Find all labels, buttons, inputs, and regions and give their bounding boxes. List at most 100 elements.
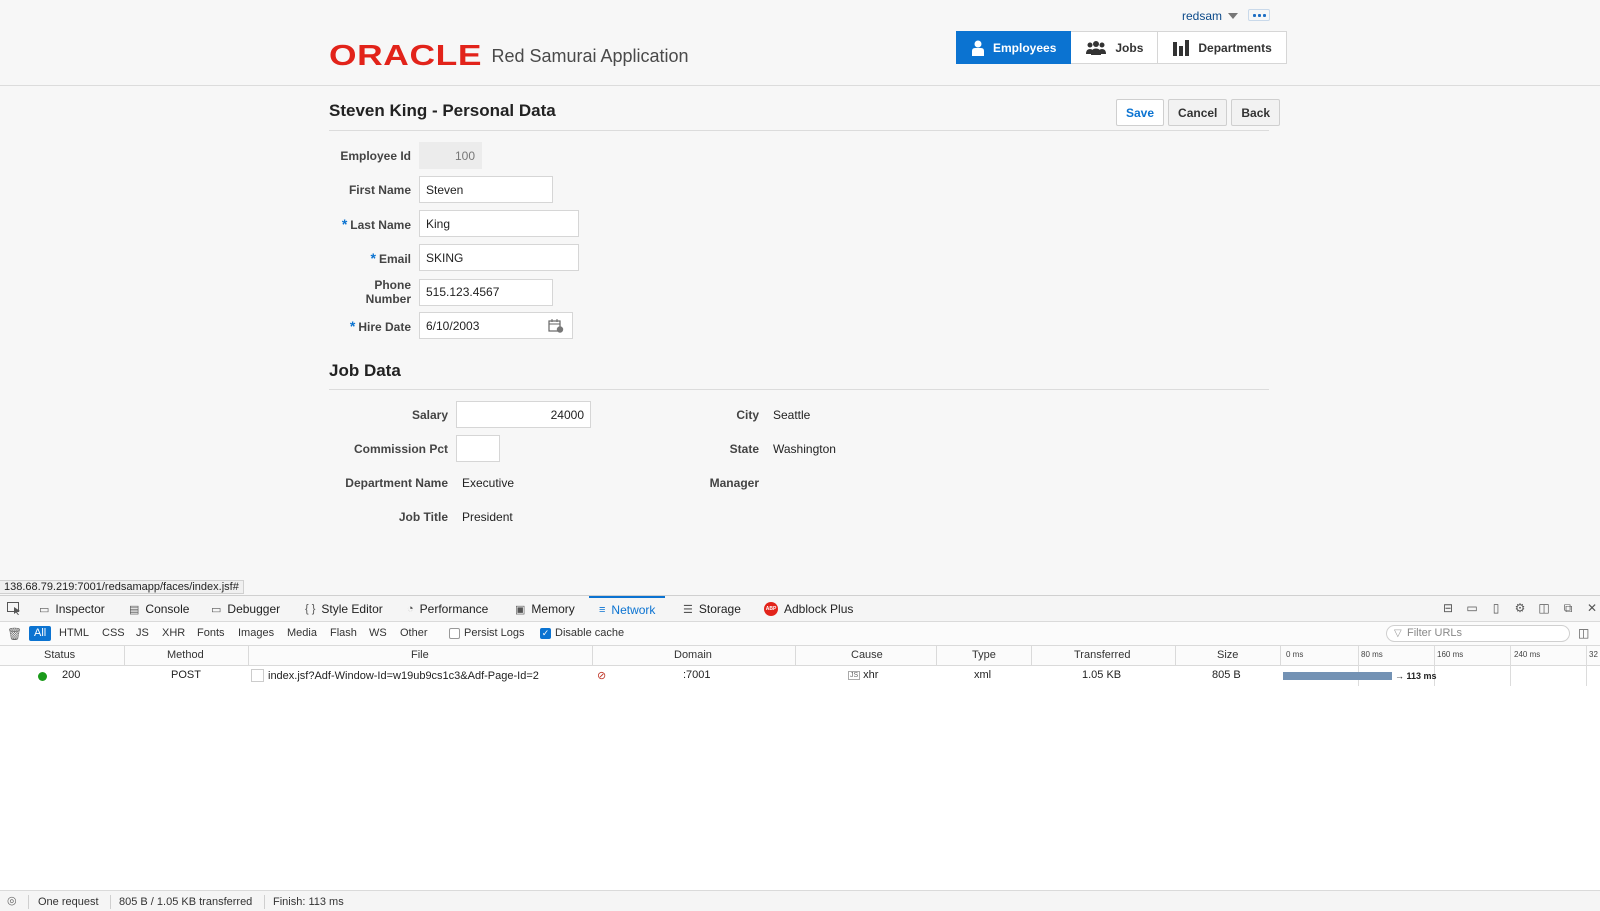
trash-icon[interactable]: 🗑 (7, 627, 22, 641)
request-table-header: Status Method File Domain Cause Type Tra… (0, 646, 1600, 666)
cancel-button[interactable]: Cancel (1168, 99, 1228, 126)
filter-ws[interactable]: WS (364, 626, 392, 641)
salary-label: Salary (411, 407, 448, 422)
user-menu[interactable]: redsam (1182, 9, 1239, 23)
element-picker-icon[interactable] (7, 602, 21, 615)
status-url: 138.68.79.219:7001/redsamapp/faces/index… (0, 580, 244, 594)
salary-field[interactable] (456, 401, 591, 428)
col-cause[interactable]: Cause (851, 649, 883, 661)
filter-xhr[interactable]: XHR (157, 626, 190, 641)
filter-urls-input[interactable]: ▽ Filter URLs (1386, 625, 1570, 642)
nav-employees-button[interactable]: Employees (956, 31, 1072, 64)
first-name-field[interactable] (419, 176, 553, 203)
request-file-name: index.jsf?Adf-Window-Id=w19ub9cs1c3&Adf-… (268, 670, 539, 682)
nav-departments-label: Departments (1198, 40, 1272, 55)
sidebar-toggle-icon[interactable]: ◫ (1578, 626, 1589, 640)
performance-analysis-icon[interactable]: ◎ (7, 894, 17, 907)
last-name-field[interactable] (419, 210, 579, 237)
frame-select-icon[interactable]: ▭ (1465, 601, 1479, 615)
gear-icon[interactable]: ⚙ (1513, 601, 1527, 615)
filter-media[interactable]: Media (282, 626, 322, 641)
checkbox-checked[interactable]: ✓ (540, 627, 551, 639)
city-label: City (736, 407, 759, 422)
split-console-icon[interactable]: ⊟ (1441, 601, 1455, 615)
commission-row: Commission Pct (350, 435, 500, 462)
filter-flash[interactable]: Flash (325, 626, 362, 641)
manager-label: Manager (709, 475, 759, 490)
disable-cache-checkbox[interactable]: ✓ Disable cache (540, 627, 624, 639)
save-button[interactable]: Save (1116, 99, 1165, 126)
group-icon (1086, 40, 1107, 55)
col-type[interactable]: Type (972, 649, 996, 661)
job-title-label: Job Title (398, 509, 448, 524)
person-icon (972, 40, 984, 56)
back-button[interactable]: Back (1231, 99, 1281, 126)
hire-date-field[interactable] (420, 313, 548, 338)
inspector-icon: ▭ (39, 603, 50, 616)
undock-icon[interactable]: ⧉ (1561, 601, 1575, 615)
chevron-down-icon[interactable] (1228, 13, 1239, 19)
js-icon: JS (848, 671, 861, 680)
hire-date-label: * Hire Date (329, 318, 419, 334)
request-cause-text: xhr (863, 669, 879, 681)
tab-adblock[interactable]: ABP Adblock Plus (764, 596, 853, 622)
close-icon[interactable]: ✕ (1585, 601, 1599, 615)
commission-field[interactable] (456, 435, 500, 462)
persist-logs-label: Persist Logs (464, 627, 525, 639)
form-actions: Save Cancel Back (1116, 99, 1281, 126)
filter-all[interactable]: All (29, 626, 52, 641)
database-icon: ☰ (683, 603, 693, 616)
calendar-icon[interactable] (548, 318, 564, 333)
state-row: State Washington (677, 435, 836, 462)
col-status[interactable]: Status (44, 649, 75, 661)
tab-performance[interactable]: ◔ Performance (407, 596, 488, 622)
department-value: Executive (462, 475, 515, 490)
request-file: index.jsf?Adf-Window-Id=w19ub9cs1c3&Adf-… (251, 669, 539, 682)
dock-side-icon[interactable]: ◫ (1537, 601, 1551, 615)
more-options-button[interactable] (1248, 9, 1270, 21)
filter-images[interactable]: Images (233, 626, 279, 641)
state-value: Washington (773, 441, 836, 456)
filter-html[interactable]: HTML (54, 626, 94, 641)
job-data-title: Job Data (329, 361, 401, 380)
persist-logs-checkbox[interactable]: Persist Logs (449, 627, 525, 639)
tab-network-label: Network (611, 603, 656, 617)
filter-other[interactable]: Other (395, 626, 433, 641)
phone-field[interactable] (419, 278, 553, 306)
filter-urls-placeholder: Filter URLs (1407, 627, 1463, 639)
tab-console[interactable]: ▤ Console (129, 596, 189, 622)
nav-employees-label: Employees (993, 40, 1057, 55)
tab-network[interactable]: ≡ Network (589, 596, 666, 622)
email-field[interactable] (419, 244, 579, 271)
main-nav: Employees Jobs Departments (956, 31, 1287, 64)
filter-fonts[interactable]: Fonts (192, 626, 230, 641)
request-transferred: 1.05 KB (1082, 669, 1122, 681)
filter-css[interactable]: CSS (97, 626, 130, 641)
col-size[interactable]: Size (1217, 649, 1238, 661)
adblock-icon: ABP (764, 602, 778, 616)
col-file[interactable]: File (411, 649, 429, 661)
table-row[interactable]: 200 POST index.jsf?Adf-Window-Id=w19ub9c… (0, 666, 1600, 686)
responsive-design-icon[interactable]: ▯ (1489, 601, 1503, 615)
insecure-lock-icon: ⊘ (597, 670, 607, 682)
status-ok-icon (38, 672, 47, 681)
job-title-value: President (462, 509, 513, 524)
checkbox-unchecked[interactable] (449, 627, 460, 639)
tab-storage[interactable]: ☰ Storage (683, 596, 741, 622)
col-transferred[interactable]: Transferred (1074, 649, 1130, 661)
nav-departments-button[interactable]: Departments (1158, 31, 1287, 64)
filter-js[interactable]: JS (131, 626, 154, 641)
logo: ORACLE Red Samurai Application (329, 40, 689, 73)
tab-style-editor[interactable]: { } Style Editor (305, 596, 383, 622)
col-method[interactable]: Method (167, 649, 204, 661)
tab-memory[interactable]: ▣ Memory (515, 596, 575, 622)
department-row: Department Name Executive (330, 469, 514, 496)
email-row: * Email (329, 244, 579, 271)
col-domain[interactable]: Domain (674, 649, 712, 661)
tab-inspector[interactable]: ▭ Inspector (39, 596, 105, 622)
braces-icon: { } (305, 603, 316, 615)
tab-debugger[interactable]: ▭ Debugger (211, 596, 280, 622)
last-name-row: * Last Name (329, 210, 579, 237)
nav-jobs-button[interactable]: Jobs (1071, 31, 1159, 64)
user-name[interactable]: redsam (1182, 9, 1222, 23)
